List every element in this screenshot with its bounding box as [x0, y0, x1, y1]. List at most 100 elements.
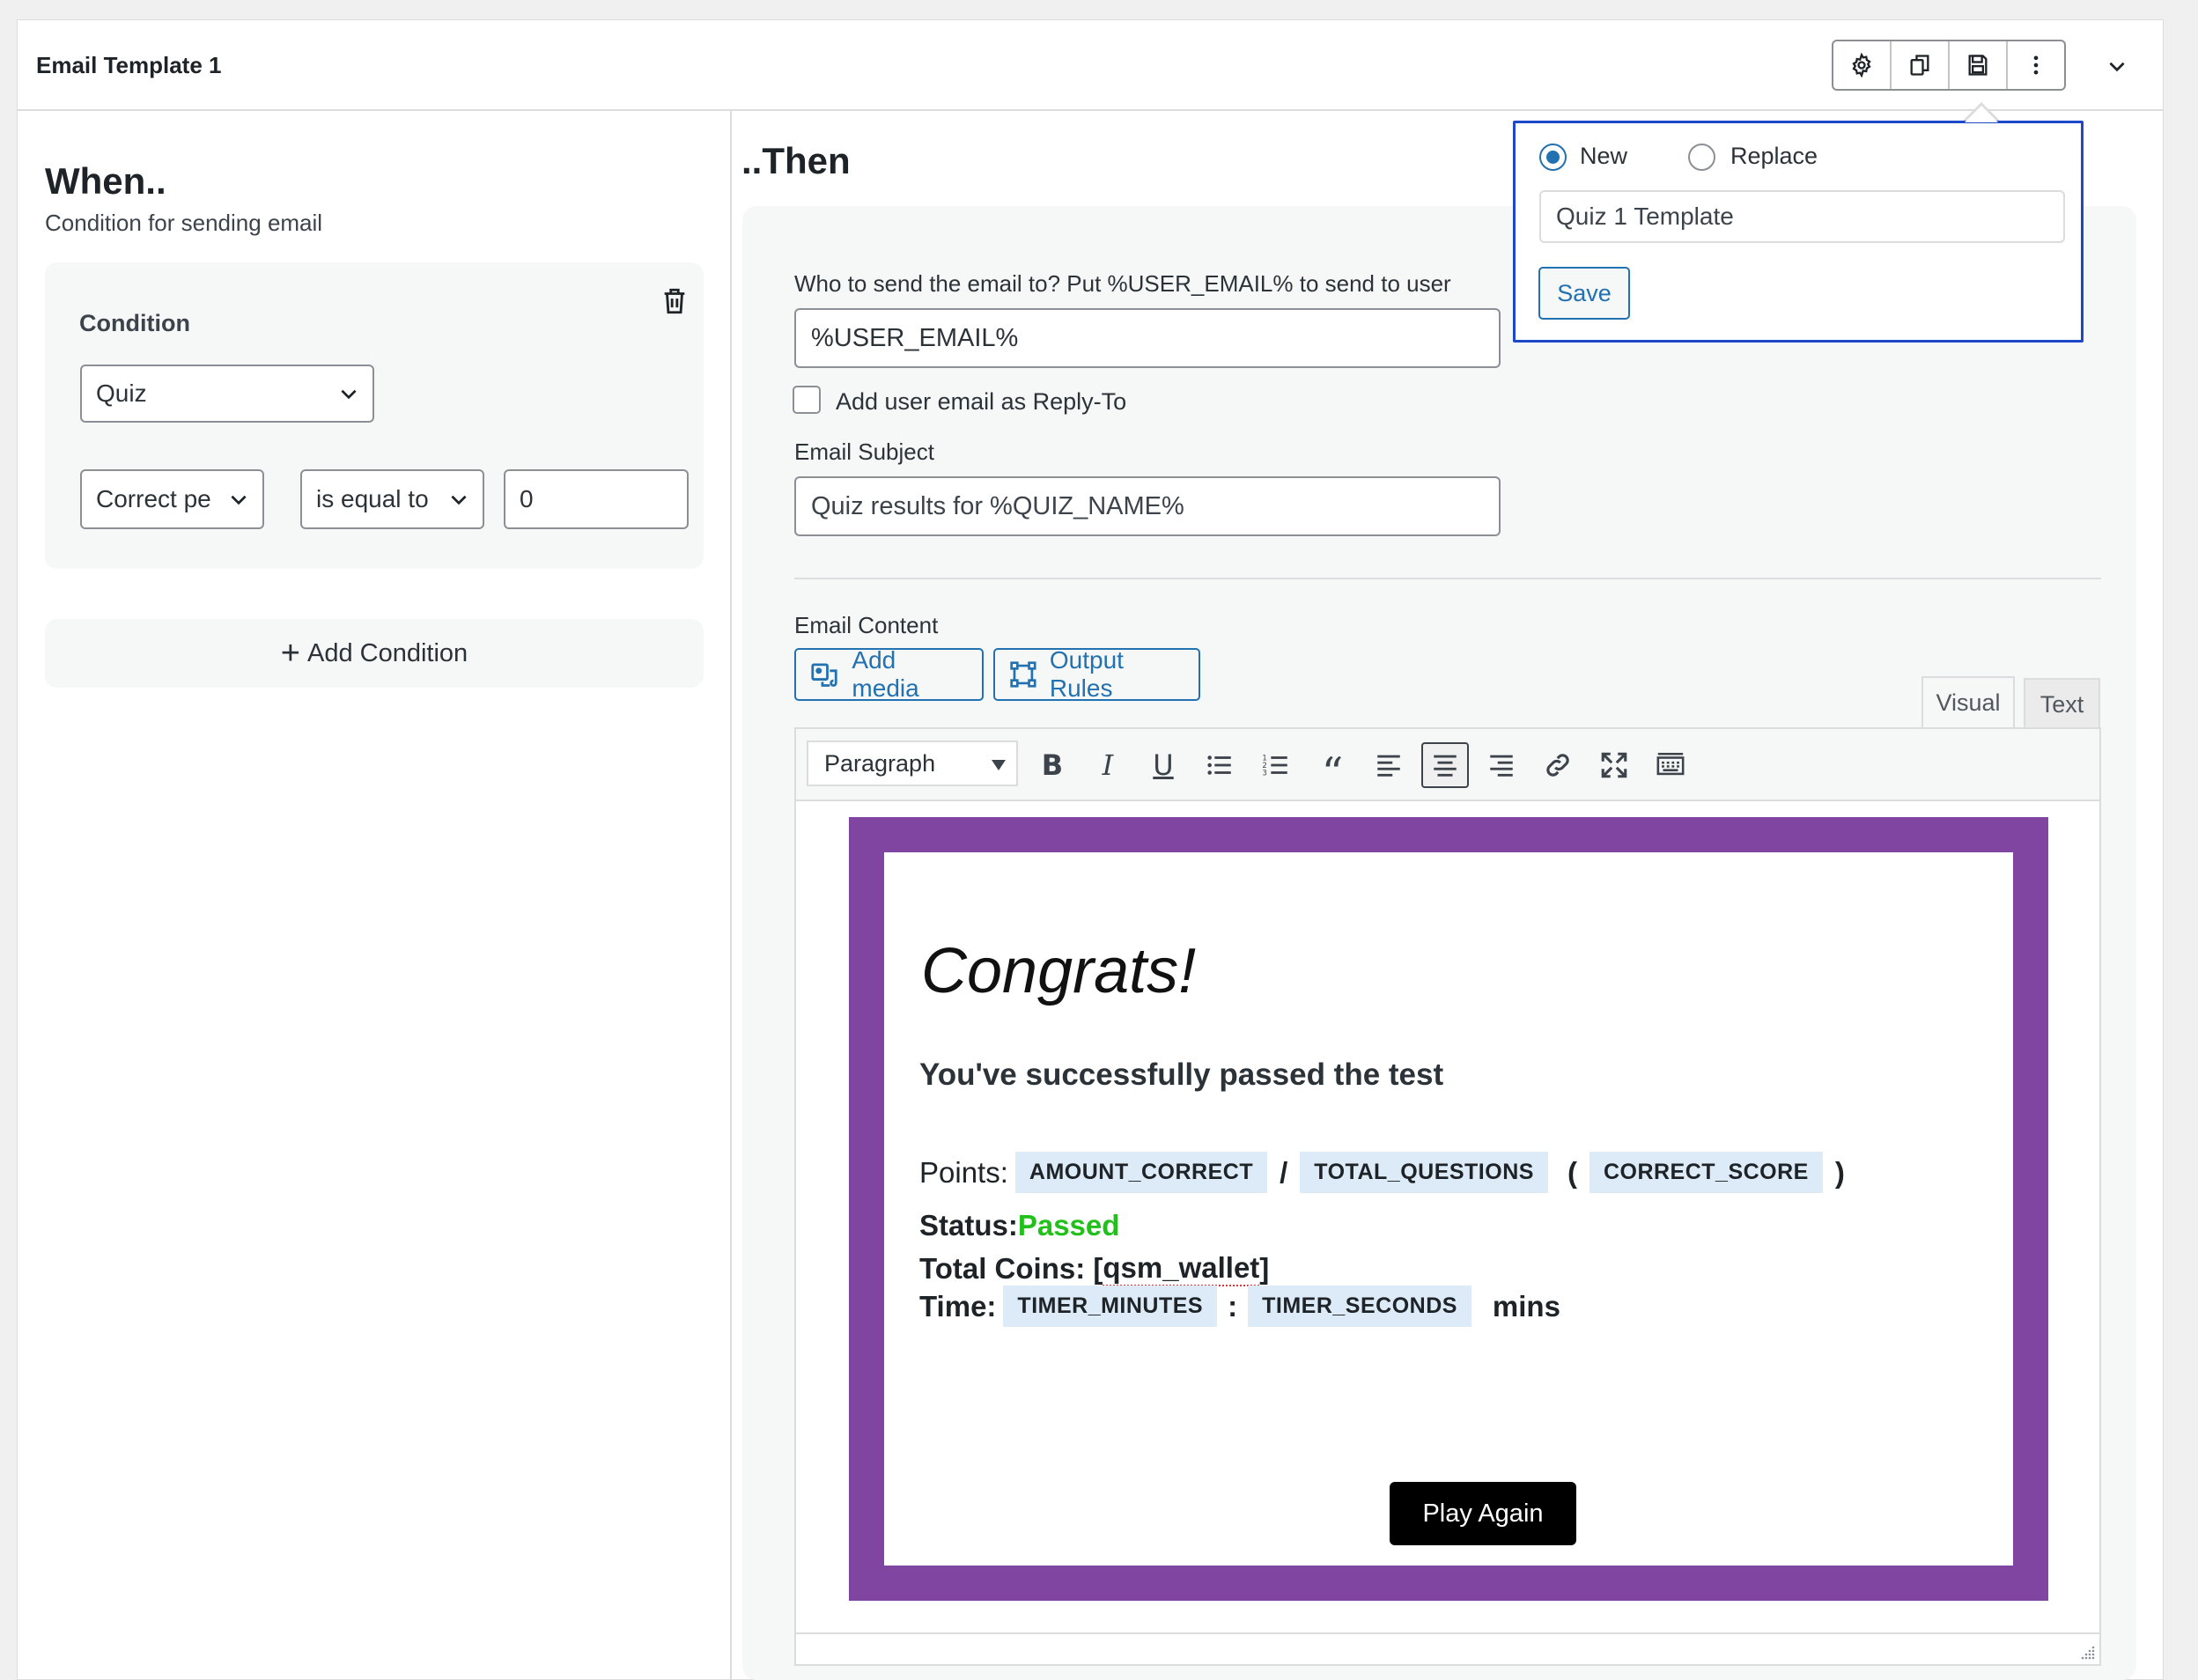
- add-media-label: Add media: [852, 646, 919, 702]
- template-toolbar: [1832, 40, 2066, 91]
- recipient-input[interactable]: %USER_EMAIL%: [794, 308, 1501, 368]
- bold-button[interactable]: B: [1029, 742, 1076, 788]
- align-right-icon: [1490, 755, 1513, 777]
- radio-replace[interactable]: [1688, 144, 1715, 171]
- resize-handle-icon[interactable]: [2080, 1645, 2096, 1661]
- email-body: Congrats! You've successfully passed the…: [884, 852, 2013, 1566]
- variable-tag[interactable]: AMOUNT_CORRECT: [1014, 1152, 1268, 1193]
- variable-tag[interactable]: CORRECT_SCORE: [1589, 1152, 1823, 1193]
- bullet-list-icon: [1207, 755, 1231, 775]
- divider: [794, 578, 2101, 579]
- toolbar-toggle-button[interactable]: [1647, 742, 1694, 788]
- condition-field-select[interactable]: Correct pe: [80, 469, 264, 529]
- keyboard-icon: [1656, 752, 1685, 776]
- output-rules-label: Output Rules: [1049, 646, 1124, 702]
- colon-text: :: [1228, 1289, 1238, 1323]
- output-rules-button[interactable]: Output Rules: [993, 646, 1200, 702]
- save-template-button[interactable]: [1950, 41, 2008, 89]
- email-frame: Congrats! You've successfully passed the…: [849, 817, 2048, 1601]
- condition-operator-value: is equal to: [316, 485, 429, 512]
- svg-text:3: 3: [1262, 769, 1266, 777]
- italic-button[interactable]: I: [1084, 742, 1132, 788]
- email-heading: Congrats!: [921, 936, 1197, 1006]
- variable-tag[interactable]: TIMER_SECONDS: [1248, 1286, 1471, 1327]
- add-media-button[interactable]: Add media: [794, 646, 984, 702]
- condition-type-select[interactable]: Quiz: [80, 365, 374, 423]
- when-heading: When..: [45, 160, 166, 202]
- paragraph-format-value: Paragraph: [824, 749, 936, 777]
- email-editor: Paragraph B I U 123 “ Congrats! You've s…: [794, 727, 2101, 1666]
- time-unit: mins: [1492, 1289, 1560, 1323]
- fullscreen-button[interactable]: [1590, 742, 1638, 788]
- paren-close-text: ): [1834, 1155, 1845, 1189]
- gear-icon: [1852, 53, 1871, 77]
- condition-label: Condition: [79, 310, 190, 336]
- subject-label: Email Subject: [794, 438, 934, 465]
- time-row: Time: TIMER_MINUTES : TIMER_SECONDS mins: [919, 1286, 1560, 1327]
- output-rules-icon: [1010, 661, 1036, 688]
- radio-new-label[interactable]: New: [1580, 143, 1627, 170]
- media-icon: [811, 663, 837, 687]
- template-name-input[interactable]: Quiz 1 Template: [1539, 190, 2065, 243]
- add-condition-button[interactable]: + Add Condition: [45, 619, 704, 688]
- align-center-button[interactable]: [1421, 742, 1469, 788]
- align-right-button[interactable]: [1478, 742, 1525, 788]
- align-left-button[interactable]: [1365, 742, 1412, 788]
- insert-link-button[interactable]: [1534, 742, 1582, 788]
- radio-replace-label[interactable]: Replace: [1730, 143, 1818, 170]
- italic-icon: I: [1102, 748, 1114, 782]
- underline-button[interactable]: U: [1140, 742, 1187, 788]
- tab-text[interactable]: Text: [2024, 678, 2100, 729]
- more-vertical-icon: [2033, 55, 2039, 75]
- time-label: Time:: [919, 1289, 997, 1323]
- subject-input[interactable]: Quiz results for %QUIZ_NAME%: [794, 476, 1501, 536]
- play-again-button[interactable]: Play Again: [1390, 1482, 1576, 1545]
- popover-save-button[interactable]: Save: [1538, 267, 1630, 320]
- editor-toolbar: Paragraph B I U 123 “: [796, 729, 2099, 801]
- coins-close-text: ]: [1259, 1252, 1270, 1285]
- condition-box: Condition Quiz Correct pe is equal to 0: [45, 262, 704, 569]
- condition-operator-select[interactable]: is equal to: [300, 469, 484, 529]
- trash-icon: [664, 288, 685, 314]
- variable-tag[interactable]: TOTAL_QUESTIONS: [1300, 1152, 1548, 1193]
- chevron-down-icon: [447, 488, 470, 511]
- save-icon: [1968, 55, 1988, 76]
- chevron-down-icon: [227, 488, 250, 511]
- tab-visual[interactable]: Visual: [1921, 676, 2015, 727]
- paragraph-format-select[interactable]: Paragraph: [807, 741, 1018, 786]
- variable-tag[interactable]: TIMER_MINUTES: [1003, 1286, 1218, 1327]
- condition-value-input[interactable]: 0: [504, 469, 689, 529]
- chevron-down-icon: [2109, 62, 2125, 72]
- underline-icon: U: [1153, 748, 1174, 782]
- delete-condition-button[interactable]: [660, 285, 690, 317]
- radio-new[interactable]: [1539, 144, 1567, 171]
- dropdown-arrow-icon: [992, 760, 1006, 770]
- then-heading: ..Then: [741, 140, 851, 181]
- status-row: Status: Passed: [919, 1209, 1119, 1242]
- more-options-button[interactable]: [2008, 41, 2064, 89]
- points-row: Points: AMOUNT_CORRECT / TOTAL_QUESTIONS…: [919, 1152, 1845, 1193]
- panel-title: Email Template 1: [36, 52, 222, 78]
- popover-arrow-inner: [1965, 106, 1998, 122]
- save-template-popover: New Replace Quiz 1 Template Save: [1513, 121, 2084, 343]
- bold-icon: B: [1041, 748, 1064, 782]
- numbered-list-button[interactable]: 123: [1252, 742, 1300, 788]
- blockquote-button[interactable]: “: [1309, 742, 1356, 798]
- settings-button[interactable]: [1833, 41, 1892, 89]
- plus-icon: +: [280, 635, 300, 672]
- collapse-button[interactable]: [2098, 47, 2136, 85]
- content-label: Email Content: [794, 612, 939, 638]
- status-label: Status:: [919, 1209, 1018, 1242]
- align-left-icon: [1377, 755, 1400, 777]
- duplicate-button[interactable]: [1892, 41, 1950, 89]
- status-value: Passed: [1017, 1209, 1120, 1242]
- reply-to-checkbox[interactable]: [793, 386, 821, 414]
- recipient-label: Who to send the email to? Put %USER_EMAI…: [794, 270, 1451, 297]
- bullet-list-button[interactable]: [1196, 742, 1243, 788]
- paren-open-text: (: [1567, 1155, 1577, 1189]
- numbered-list-icon: 123: [1262, 754, 1287, 777]
- editor-statusbar: [796, 1632, 2099, 1664]
- wallet-shortcode: qsm_wallet: [1103, 1251, 1260, 1286]
- reply-to-label: Add user email as Reply-To: [836, 388, 1127, 415]
- when-column: When.. Condition for sending email Condi…: [18, 111, 732, 1679]
